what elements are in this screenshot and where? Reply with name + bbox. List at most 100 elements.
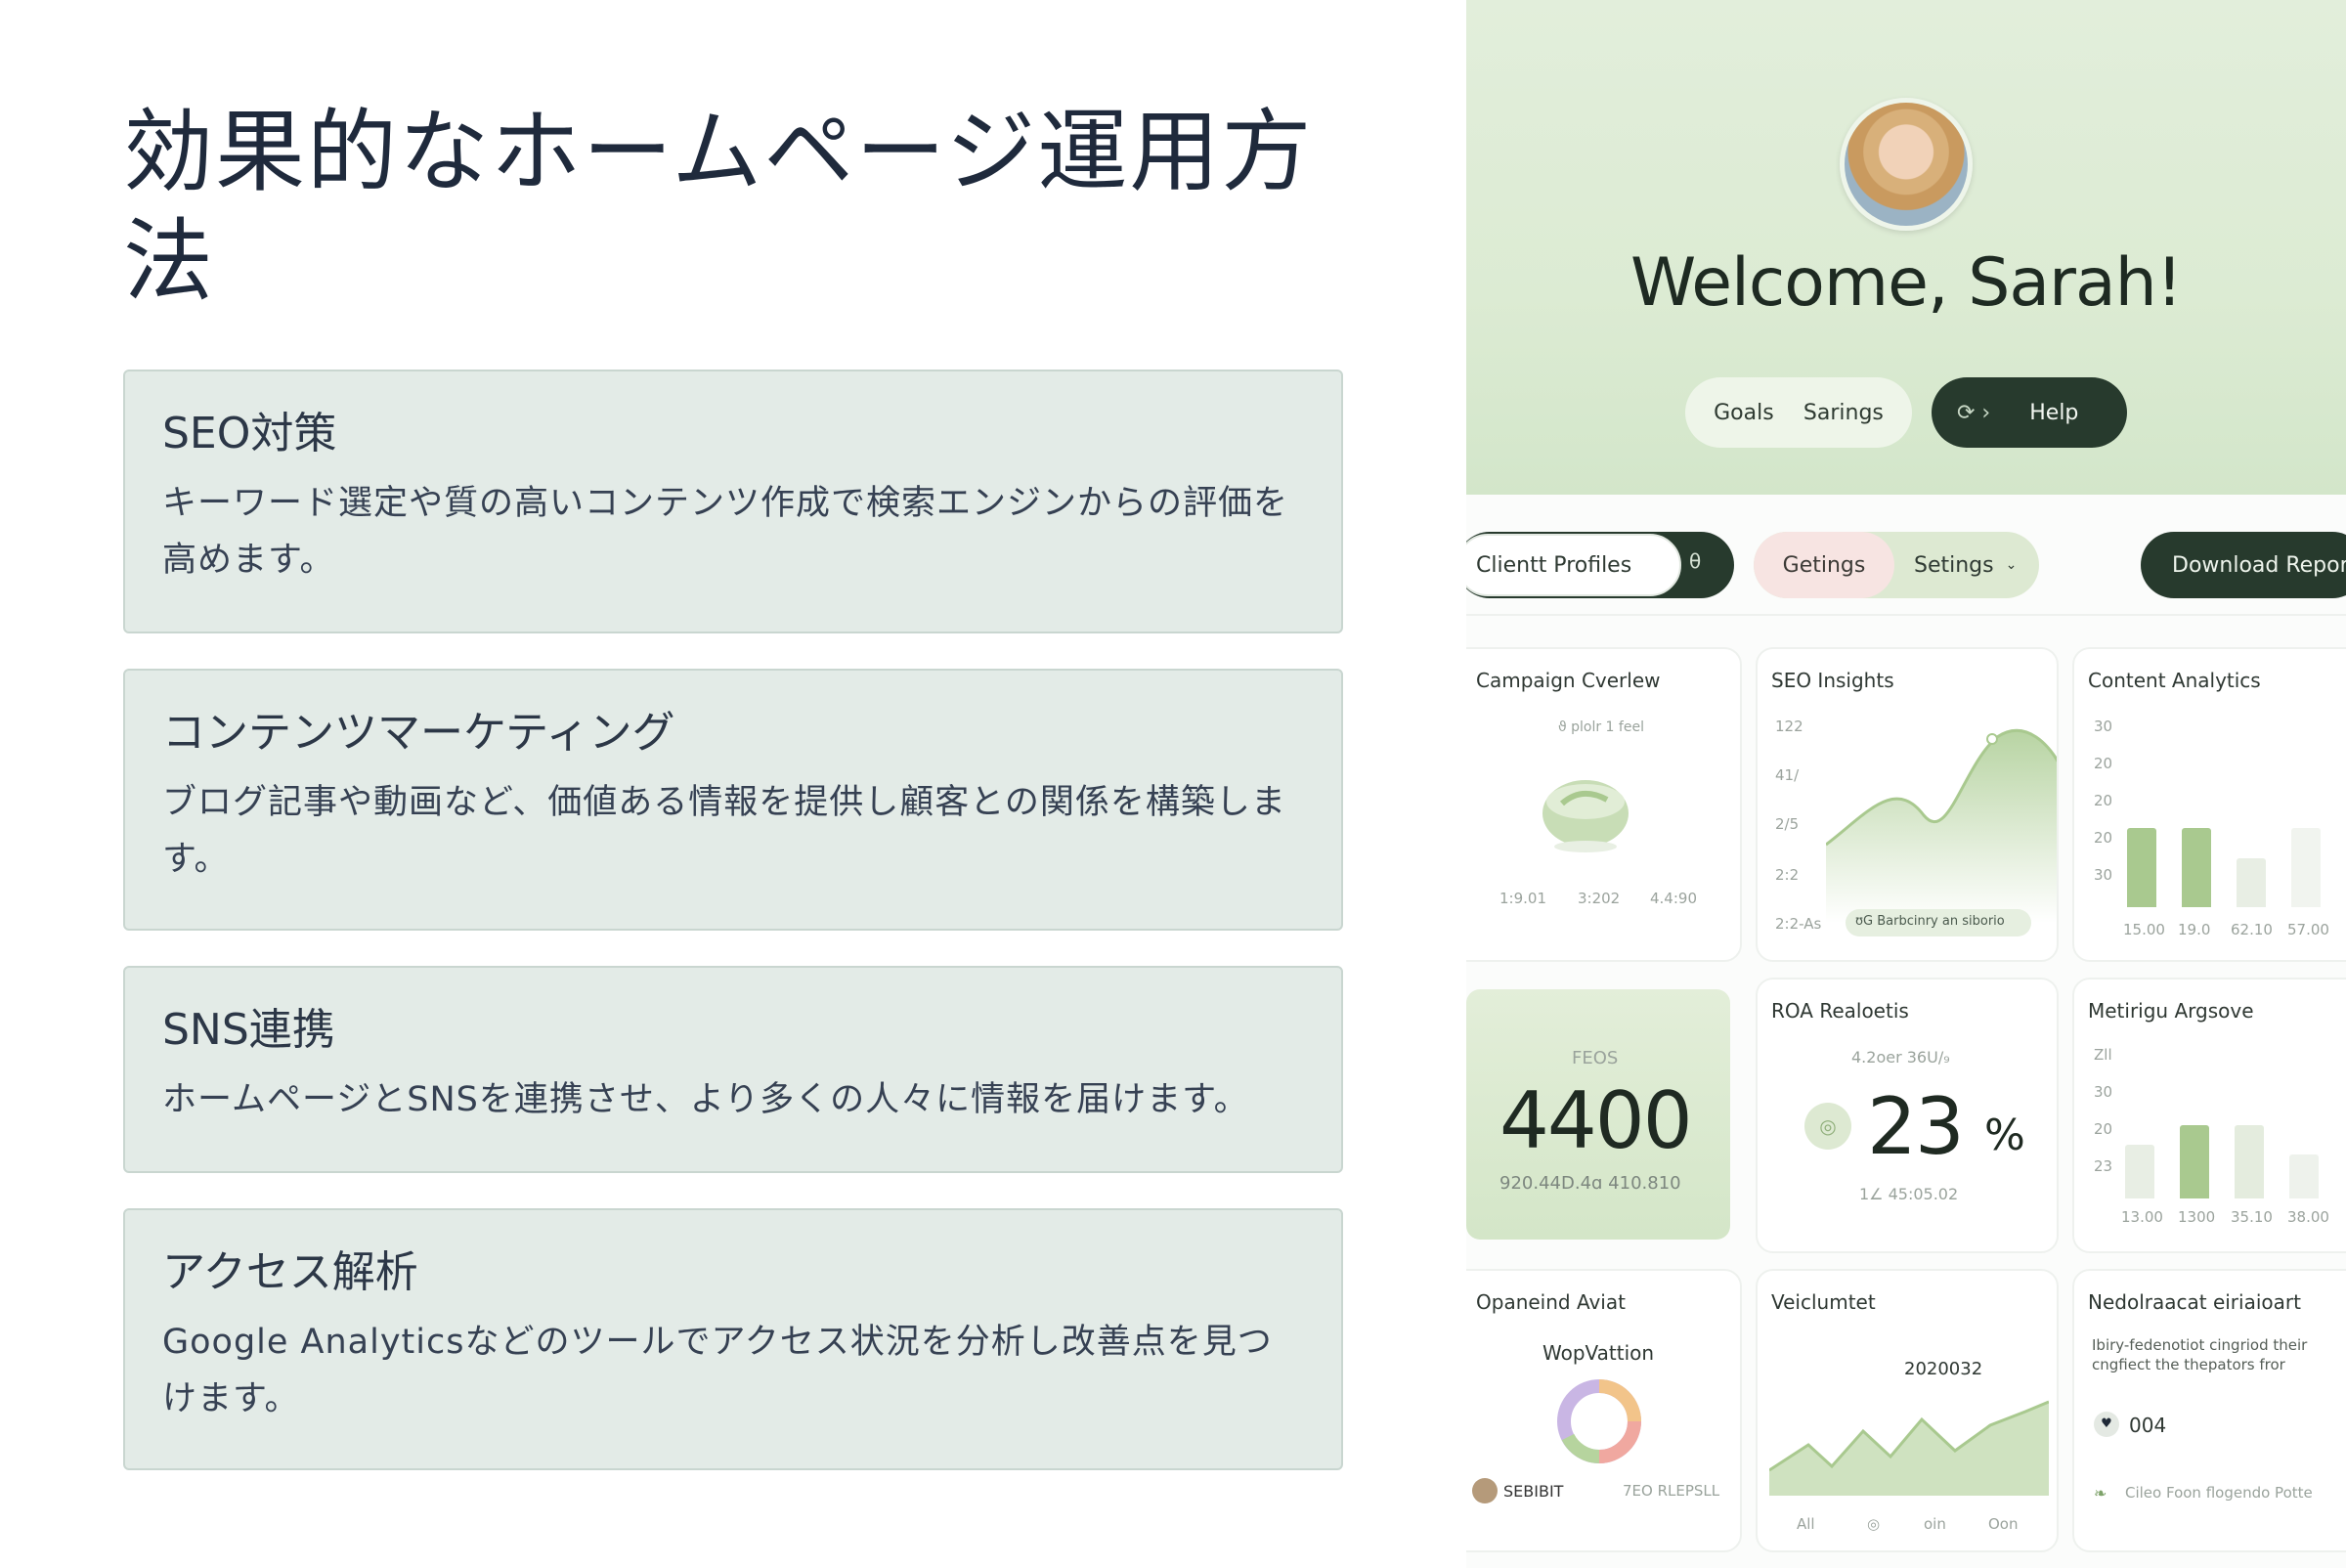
y-tick: 20 [2094, 755, 2113, 772]
x-tick: 19.0 [2178, 921, 2211, 938]
card-title: SEO Insights [1771, 669, 1894, 692]
y-tick: 30 [2094, 718, 2113, 735]
chart-bar [2127, 828, 2156, 907]
x-tick: 38.00 [2287, 1208, 2329, 1226]
chart-bar [2237, 858, 2266, 907]
seo-badge: ʊG Barbcinry an siborio [1846, 909, 2031, 936]
toolbar: Clientt Profiles θ Getings Setings ⌄ Dow… [1466, 528, 2346, 602]
card-title: Campaign Cverlew [1476, 669, 1661, 692]
segment-getings[interactable]: Getings [1754, 532, 1894, 598]
y-tick: 122 [1775, 718, 1803, 735]
download-report-button[interactable]: Download Report [2141, 532, 2346, 598]
campaign-overview-card[interactable]: Campaign Cverlew ϑ plolr 1 feel 1:9.01 3… [1466, 647, 1742, 962]
globe-bowl-icon [1542, 780, 1629, 852]
card-subtitle: ϑ plolr 1 feel [1558, 719, 1644, 735]
lock-icon[interactable]: θ [1689, 549, 1701, 573]
feos-sub: 920.44D.4ɑ 410.810 [1499, 1173, 1681, 1194]
campaign-label-3: 4.4:90 [1650, 890, 1697, 907]
feos-panel: FEOS 4400 920.44D.4ɑ 410.810 [1466, 989, 1730, 1240]
chart-bar [2235, 1125, 2264, 1198]
y-tick: 2:2 [1775, 866, 1800, 884]
x-tick: 62.10 [2231, 921, 2273, 938]
card-title: Veiclumtet [1771, 1290, 1876, 1314]
segment-setings[interactable]: Setings ⌄ [1914, 532, 2017, 598]
nav-pill-group: Goals Sarings [1685, 377, 1912, 448]
roa-value: 23 [1867, 1081, 1965, 1172]
target-icon: ◎ [1804, 1103, 1851, 1150]
user-avatar-icon [1472, 1478, 1498, 1503]
chart-bar [2291, 828, 2321, 907]
card-title: Nedolraacat eiriaioart [2088, 1290, 2301, 1314]
notification-card[interactable]: Nedolraacat eiriaioart Ibiry-fedenotiot … [2072, 1269, 2346, 1552]
notif-text: Ibiry-fedenotiot cingriod their cngfiect… [2092, 1336, 2308, 1373]
feos-card[interactable]: FEOS 4400 920.44D.4ɑ 410.810 [1466, 978, 1742, 1253]
vel-area-chart [1769, 1400, 2049, 1496]
chart-bar [2180, 1125, 2209, 1198]
y-tick: 41/ [1775, 766, 1800, 784]
nav-settings[interactable]: Sarings [1803, 401, 1884, 425]
seo-insights-card[interactable]: SEO Insights 122 41/ 2/5 2:2 2:2-As ʊG B… [1756, 647, 2059, 962]
notif-count: 004 [2129, 1414, 2167, 1437]
opaneind-card[interactable]: Opaneind Aviat WopVattion SEBIBIT 7EO RL… [1466, 1269, 1742, 1552]
x-tick: ◎ [1867, 1515, 1881, 1533]
leaf-icon: ❧ [2094, 1484, 2107, 1503]
y-tick: 2/5 [1775, 815, 1800, 833]
donut-chart [1557, 1379, 1641, 1463]
feos-value: 4400 [1499, 1075, 1693, 1166]
campaign-label-2: 3:202 [1578, 890, 1621, 907]
roa-foot: 1∠ 45:05.02 [1859, 1185, 1959, 1203]
x-tick: 57.00 [2287, 921, 2329, 938]
chevron-down-icon: ⌄ [2005, 557, 2018, 573]
x-tick: 1300 [2178, 1208, 2216, 1226]
chart-bar [2182, 828, 2211, 907]
nav-goals[interactable]: Goals [1714, 401, 1774, 425]
refresh-chevron-icon: ⟳ › [1957, 400, 1991, 425]
open-sub: WopVattion [1542, 1341, 1655, 1365]
open-user: SEBIBIT [1503, 1482, 1564, 1501]
x-tick: 15.00 [2123, 921, 2165, 938]
veiclumtet-card[interactable]: Veiclumtet 2020032 All ◎ oin Oon [1756, 1269, 2059, 1552]
card-sns: SNS連携 ホームページとSNSを連携させ、より多くの人々に情報を届けます。 [123, 966, 1343, 1173]
y-tick: 20 [2094, 792, 2113, 809]
campaign-label-1: 1:9.01 [1499, 890, 1546, 907]
y-tick: 20 [2094, 1120, 2113, 1138]
card-title: アクセス解析 [162, 1247, 418, 1297]
roa-sub: 4.2oer 36U/₉ [1851, 1048, 1950, 1067]
card-content-marketing: コンテンツマーケティング ブログ記事や動画など、価値ある情報を提供し顧客との関係… [123, 669, 1343, 931]
metrics-card[interactable]: Metirigu Argsove Zll 30 20 23 13.00 1300… [2072, 978, 2346, 1253]
welcome-heading: Welcome, Sarah! [1629, 244, 2183, 322]
card-text: キーワード選定や質の高いコンテンツ作成で検索エンジンからの評価を高めます。 [162, 484, 1289, 580]
card-title: Metirigu Argsove [2088, 999, 2254, 1023]
y-tick: 2:2-As [1775, 915, 1822, 933]
y-tick: 20 [2094, 829, 2113, 847]
slide-panel: 効果的なホームページ運用方法 SEO対策 キーワード選定や質の高いコンテンツ作成… [0, 0, 1466, 1568]
client-profiles-field[interactable]: Clientt Profiles [1466, 534, 1681, 596]
chart-bar [2125, 1145, 2154, 1198]
card-analytics: アクセス解析 Google Analyticsなどのツールでアクセス状況を分析し… [123, 1208, 1343, 1470]
card-text: ブログ記事や動画など、価値ある情報を提供し顧客との関係を構築します。 [162, 783, 1286, 879]
roa-card[interactable]: ROA Realoetis 4.2oer 36U/₉ ◎ 23 % 1∠ 45:… [1756, 978, 2059, 1253]
card-title: コンテンツマーケティング [162, 708, 675, 758]
segmented-control: Getings Setings ⌄ [1754, 532, 2039, 598]
y-tick: 23 [2094, 1157, 2113, 1175]
dashboard-screenshot: Welcome, Sarah! Goals Sarings ⟳ › Help C… [1466, 0, 2346, 1568]
card-title: Opaneind Aviat [1476, 1290, 1626, 1314]
x-tick: 35.10 [2231, 1208, 2273, 1226]
help-button[interactable]: ⟳ › Help [1932, 377, 2127, 448]
client-profiles-control[interactable]: Clientt Profiles θ [1466, 532, 1734, 598]
page-title: 効果的なホームページ運用方法 [123, 100, 1314, 314]
x-tick: 13.00 [2121, 1208, 2163, 1226]
card-title: ROA Realoetis [1771, 999, 1909, 1023]
notif-link[interactable]: Cileo Foon flogendo Potte [2125, 1484, 2313, 1502]
roa-unit: % [1984, 1111, 2025, 1160]
content-analytics-card[interactable]: Content Analytics 30 20 20 20 30 15.00 1… [2072, 647, 2346, 962]
bell-icon: ♥ [2094, 1412, 2119, 1437]
card-title: SNS連携 [162, 1005, 335, 1055]
x-tick: oin [1924, 1515, 1946, 1533]
card-seo: SEO対策 キーワード選定や質の高いコンテンツ作成で検索エンジンからの評価を高め… [123, 370, 1343, 633]
card-text: ホームページとSNSを連携させ、より多くの人々に情報を届けます。 [162, 1080, 1249, 1119]
x-tick: All [1797, 1515, 1815, 1533]
y-tick: 30 [2094, 1083, 2113, 1101]
vel-value: 2020032 [1904, 1359, 1983, 1379]
feos-label: FEOS [1572, 1048, 1619, 1068]
